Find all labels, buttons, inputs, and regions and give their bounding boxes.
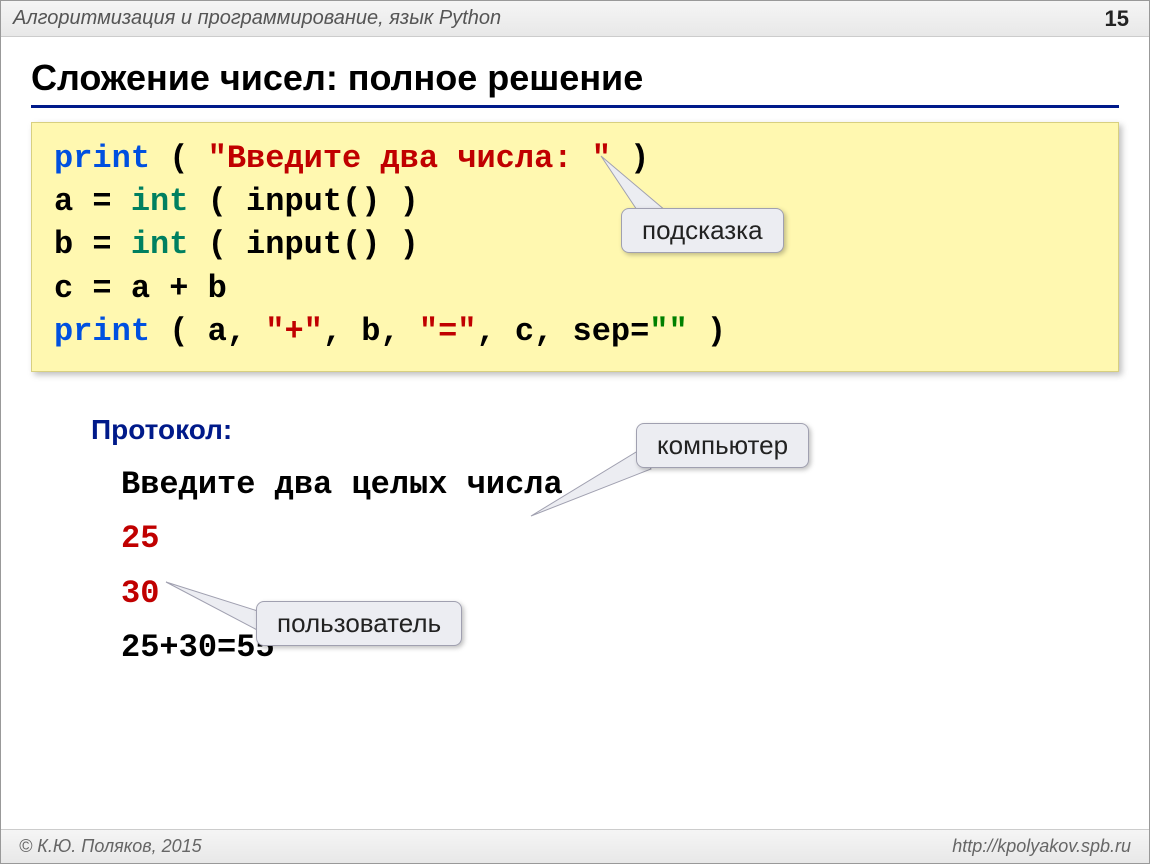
footer-url: http://kpolyakov.spb.ru xyxy=(952,836,1131,857)
callout-hint: подсказка xyxy=(621,208,784,253)
callout-user: пользователь xyxy=(256,601,462,646)
fn-int: int xyxy=(131,226,189,263)
code-line-4: c = a + b xyxy=(54,267,1096,310)
code-line-3: b = int ( input() ) xyxy=(54,223,1096,266)
protocol-prompt: Введите два целых числа xyxy=(121,458,1149,512)
slide-header: Алгоритмизация и программирование, язык … xyxy=(1,1,1149,37)
code-line-2: a = int ( input() ) xyxy=(54,180,1096,223)
code-line-1: print ( "Введите два числа: " ) xyxy=(54,137,1096,180)
page-number: 15 xyxy=(1105,6,1129,32)
kw-print: print xyxy=(54,140,150,177)
slide-footer: © К.Ю. Поляков, 2015 http://kpolyakov.sp… xyxy=(1,829,1149,863)
fn-int: int xyxy=(131,183,189,220)
kw-print: print xyxy=(54,313,150,350)
footer-copyright: © К.Ю. Поляков, 2015 xyxy=(19,836,202,857)
course-title: Алгоритмизация и программирование, язык … xyxy=(13,7,501,30)
slide-title: Сложение чисел: полное решение xyxy=(31,57,1119,108)
code-block: print ( "Введите два числа: " ) a = int … xyxy=(31,122,1119,372)
string-literal: "Введите два числа: " xyxy=(208,140,611,177)
code-line-5: print ( a, "+", b, "=", c, sep="" ) xyxy=(54,310,1096,353)
protocol-input-1: 25 xyxy=(121,512,1149,566)
